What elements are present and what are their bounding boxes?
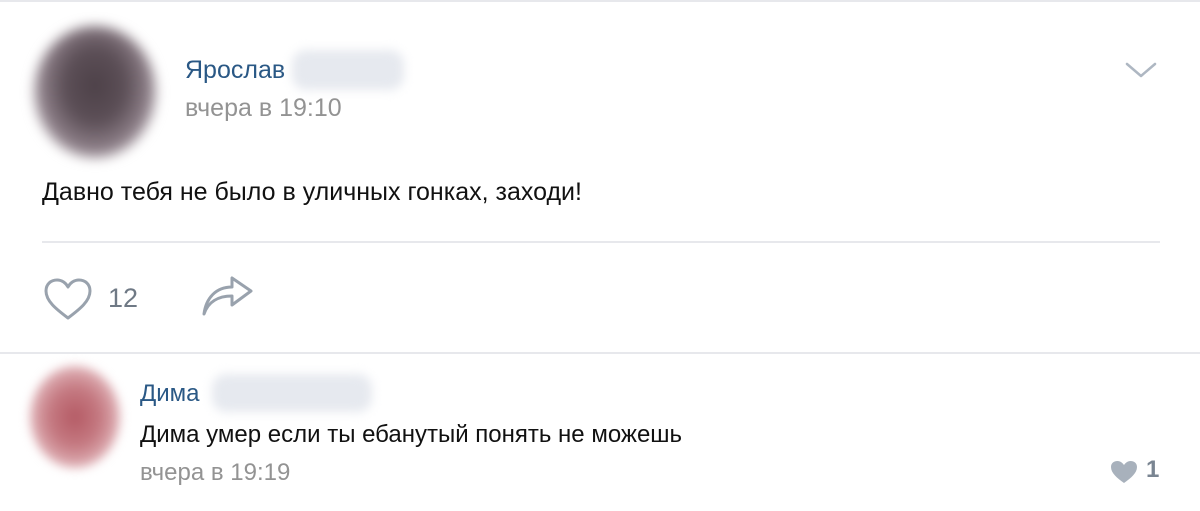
- share-arrow-icon: [202, 276, 253, 316]
- post-menu-button[interactable]: [1124, 58, 1158, 82]
- comment-author-name[interactable]: Дима: [140, 380, 200, 408]
- post-timestamp[interactable]: вчера в 19:10: [185, 94, 342, 123]
- comment-like-count: 1: [1146, 456, 1160, 483]
- share-button[interactable]: [200, 276, 256, 322]
- comment-author-avatar[interactable]: [30, 366, 120, 468]
- comment-like-button[interactable]: 1: [1110, 456, 1170, 486]
- chevron-down-icon: [1125, 62, 1157, 78]
- post-author-surname-redacted: [292, 50, 404, 90]
- top-border: [0, 0, 1200, 2]
- post-text: Давно тебя не было в уличных гонках, зах…: [42, 178, 582, 206]
- comments-separator: [0, 352, 1200, 354]
- post-divider: [42, 241, 1160, 243]
- comment-author-surname-redacted: [212, 374, 372, 412]
- heart-filled-icon: [1111, 461, 1137, 483]
- comment-timestamp[interactable]: вчера в 19:19: [140, 459, 290, 487]
- comment-text: Дима умер если ты ебанутый понять не мож…: [140, 421, 683, 448]
- heart-icon: [44, 278, 92, 320]
- like-count: 12: [108, 283, 139, 313]
- like-button[interactable]: 12: [40, 276, 160, 322]
- post-author-name[interactable]: Ярослав: [185, 56, 285, 85]
- post-author-avatar[interactable]: [34, 26, 156, 158]
